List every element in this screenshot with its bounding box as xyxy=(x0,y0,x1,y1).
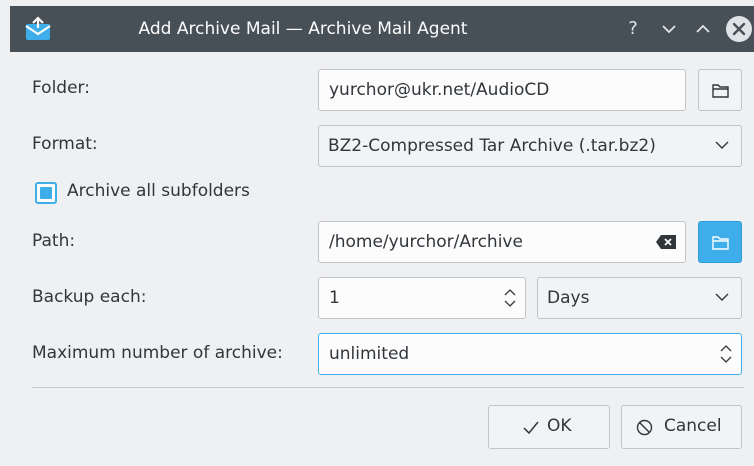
chevron-up-icon xyxy=(696,24,710,33)
path-input[interactable]: /home/yurchor/Archive xyxy=(318,221,686,263)
folder-value: yurchor@ukr.net/AudioCD xyxy=(329,80,550,100)
archive-mail-dialog: Add Archive Mail — Archive Mail Agent ? … xyxy=(0,0,754,466)
checkmark-icon xyxy=(523,421,539,434)
minimize-button[interactable] xyxy=(656,17,682,41)
spin-arrows-icon[interactable] xyxy=(503,287,517,309)
backup-unit-select[interactable]: Days xyxy=(537,277,742,319)
chevron-down-icon xyxy=(715,141,729,149)
backup-spinbox[interactable]: 1 xyxy=(318,277,526,319)
title-bar[interactable]: Add Archive Mail — Archive Mail Agent ? xyxy=(10,6,754,52)
folder-browse-button[interactable] xyxy=(698,69,742,111)
backup-value: 1 xyxy=(329,288,340,308)
maximum-spinbox[interactable]: unlimited xyxy=(318,333,742,375)
chevron-down-icon xyxy=(715,293,729,301)
close-button[interactable] xyxy=(726,16,752,42)
format-selected-value: BZ2-Compressed Tar Archive (.tar.bz2) xyxy=(328,136,656,156)
folder-icon xyxy=(712,84,729,98)
folder-icon xyxy=(712,236,729,250)
format-select[interactable]: BZ2-Compressed Tar Archive (.tar.bz2) xyxy=(318,125,742,167)
backup-label: Backup each: xyxy=(32,287,147,307)
separator xyxy=(32,387,744,388)
cancel-button[interactable]: Cancel xyxy=(621,405,742,449)
close-icon xyxy=(732,22,746,36)
folder-label: Folder: xyxy=(32,78,90,98)
format-label: Format: xyxy=(32,134,98,154)
maximize-button[interactable] xyxy=(690,17,716,41)
spin-arrows-icon[interactable] xyxy=(719,343,733,365)
backup-unit-value: Days xyxy=(547,288,590,308)
maximum-label: Maximum number of archive: xyxy=(32,343,283,363)
checkbox-checked-mark xyxy=(40,187,52,199)
window-title: Add Archive Mail — Archive Mail Agent xyxy=(138,19,468,39)
cancel-button-label: Cancel xyxy=(664,416,722,436)
folder-input[interactable]: yurchor@ukr.net/AudioCD xyxy=(318,69,686,111)
help-button[interactable]: ? xyxy=(620,17,646,41)
ok-button-label: OK xyxy=(547,416,572,436)
archive-subfolders-checkbox[interactable] xyxy=(35,182,57,204)
cancel-icon xyxy=(636,419,653,436)
maximum-value: unlimited xyxy=(329,344,410,364)
ok-button[interactable]: OK xyxy=(488,405,610,449)
chevron-down-icon xyxy=(662,25,676,34)
path-browse-button[interactable] xyxy=(698,221,742,263)
clear-text-icon[interactable] xyxy=(655,234,677,250)
archive-subfolders-label[interactable]: Archive all subfolders xyxy=(67,181,250,201)
path-value: /home/yurchor/Archive xyxy=(329,232,523,252)
path-label: Path: xyxy=(32,231,76,251)
